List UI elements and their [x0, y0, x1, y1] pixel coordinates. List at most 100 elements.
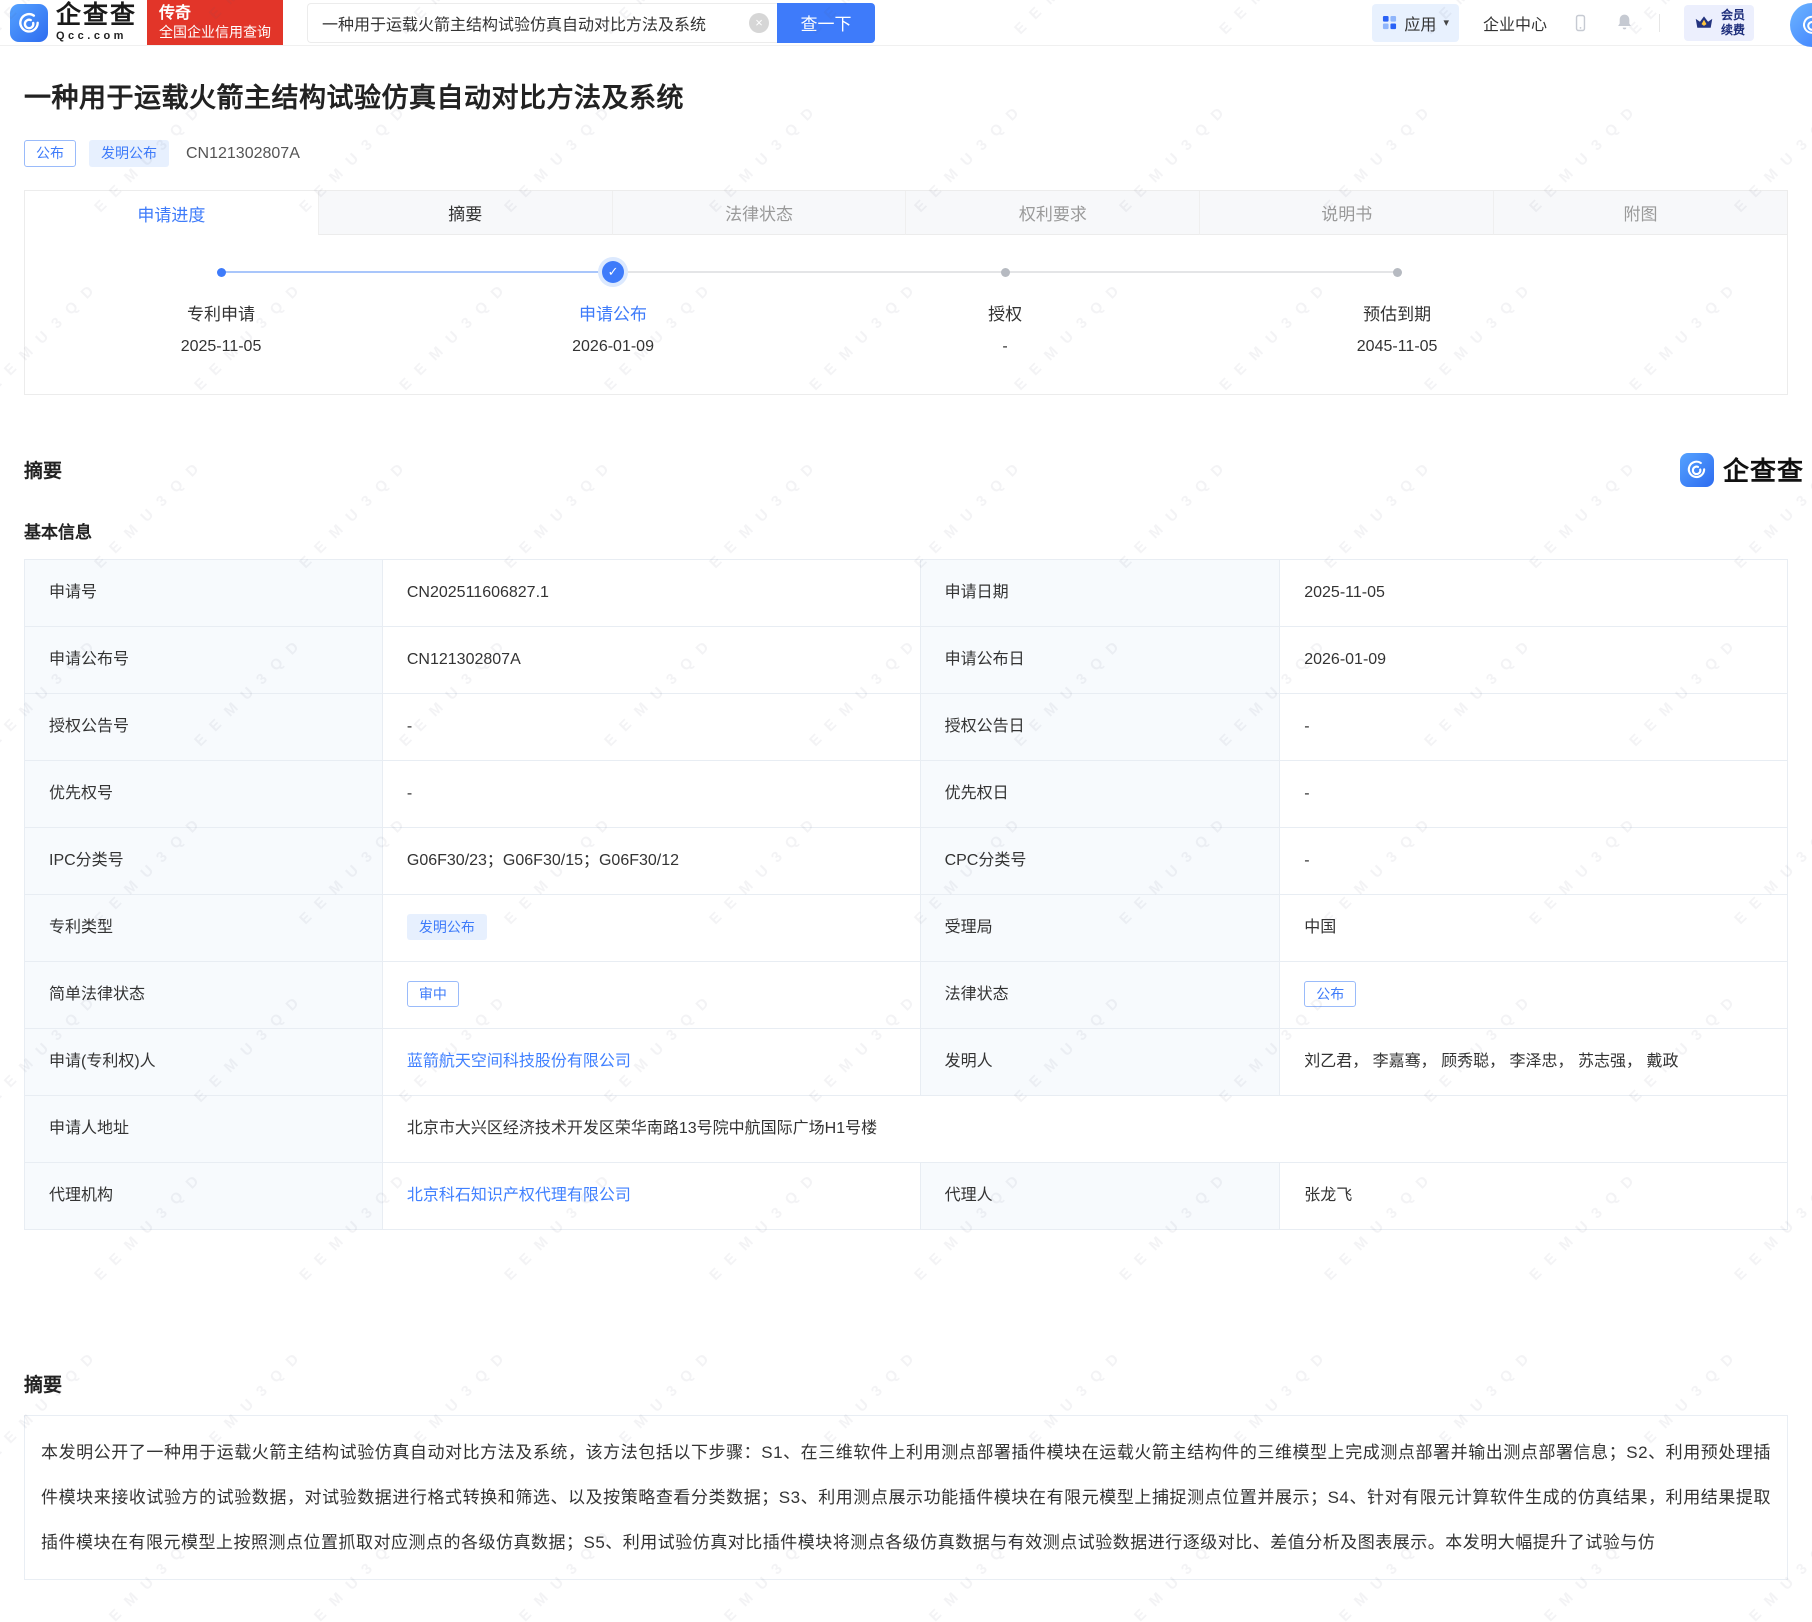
navbar-right-menu: 应用 ▾ 企业中心 会员 续费: [1372, 0, 1812, 45]
table-row: 简单法律状态 审中 法律状态 公布: [25, 962, 1788, 1029]
value-applicant-address: 北京市大兴区经济技术开发区荣华南路13号院中航国际广场H1号楼: [382, 1096, 1787, 1163]
mobile-app-icon[interactable]: [1571, 10, 1590, 36]
search-bar: × 查一下: [307, 0, 875, 45]
summary-section: 摘要 本发明公开了一种用于运载火箭主结构试验仿真自动对比方法及系统，该方法包括以…: [24, 1370, 1788, 1580]
timeline-steps: 专利申请 2025-11-05 ✓ 申请公布 2026-01-09 授权 - 预…: [25, 261, 1593, 356]
apps-grid-icon: [1382, 15, 1397, 30]
badge-row: 公布 发明公布 CN121302807A: [24, 139, 1788, 168]
label-application-number: 申请号: [25, 560, 383, 627]
progress-panel: 申请进度 摘要 法律状态 权利要求 说明书 附图 专利申请 2025-11-05…: [24, 190, 1788, 395]
qcc-logo-text: 企查查 Qcc.com: [56, 3, 137, 42]
member-line2: 续费: [1721, 23, 1745, 37]
timeline-step-publication: ✓ 申请公布 2026-01-09: [417, 261, 809, 356]
top-navbar: 企查查 Qcc.com 传奇 全国企业信用查询 × 查一下 应用 ▾ 企业中心: [0, 0, 1812, 46]
status-badge: 公布: [1304, 981, 1356, 1007]
tab-claims[interactable]: 权利要求: [905, 191, 1199, 235]
table-row: 申请(专利权)人 蓝箭航天空间科技股份有限公司 发明人 刘乙君， 李嘉骞， 顾秀…: [25, 1029, 1788, 1096]
timeline: 专利申请 2025-11-05 ✓ 申请公布 2026-01-09 授权 - 预…: [25, 235, 1593, 394]
member-line1: 会员: [1721, 8, 1745, 22]
search-input[interactable]: [308, 14, 777, 32]
tab-application-progress[interactable]: 申请进度: [25, 191, 318, 235]
value-ipc-class: G06F30/23；G06F30/15；G06F30/12: [382, 828, 920, 895]
value-receiving-office: 中国: [1280, 895, 1788, 962]
page-title: 一种用于运载火箭主结构试验仿真自动对比方法及系统: [24, 76, 1788, 115]
value-agency: 北京科石知识产权代理有限公司: [382, 1163, 920, 1230]
label-inventors: 发明人: [920, 1029, 1280, 1096]
label-application-date: 申请日期: [920, 560, 1280, 627]
abstract-section-title: 摘要: [24, 456, 62, 483]
tab-drawings[interactable]: 附图: [1493, 191, 1787, 235]
timeline-label: 申请公布: [579, 300, 647, 325]
value-priority-date: -: [1280, 761, 1788, 828]
abstract-section: 摘要 企查查 基本信息 申请号 CN202511606827.1 申请日期 20…: [0, 451, 1812, 1580]
label-agent: 代理人: [920, 1163, 1280, 1230]
brand-logo: 企查查: [1680, 451, 1804, 488]
label-legal-status: 法律状态: [920, 962, 1280, 1029]
search-box: ×: [307, 3, 777, 43]
value-patent-type: 发明公布: [382, 895, 920, 962]
check-icon: ✓: [602, 261, 624, 283]
timeline-dot-icon: [1001, 268, 1010, 277]
notification-bell-icon[interactable]: [1614, 12, 1635, 33]
label-cpc-class: CPC分类号: [920, 828, 1280, 895]
promo-badge[interactable]: 传奇 全国企业信用查询: [147, 0, 283, 45]
promo-line1: 传奇: [159, 4, 271, 24]
table-row: 申请号 CN202511606827.1 申请日期 2025-11-05: [25, 560, 1788, 627]
tab-abstract[interactable]: 摘要: [318, 191, 612, 235]
search-button[interactable]: 查一下: [777, 3, 875, 43]
value-publication-date: 2026-01-09: [1280, 627, 1788, 694]
table-row: 授权公告号 - 授权公告日 -: [25, 694, 1788, 761]
label-priority-date: 优先权日: [920, 761, 1280, 828]
label-publication-number: 申请公布号: [25, 627, 383, 694]
basic-info-title: 基本信息: [24, 518, 1788, 543]
apps-menu[interactable]: 应用 ▾: [1372, 4, 1459, 42]
label-agency: 代理机构: [25, 1163, 383, 1230]
enterprise-center-link[interactable]: 企业中心: [1483, 11, 1547, 35]
value-legal-status: 公布: [1280, 962, 1788, 1029]
label-ipc-class: IPC分类号: [25, 828, 383, 895]
summary-text: 本发明公开了一种用于运载火箭主结构试验仿真自动对比方法及系统，该方法包括以下步骤…: [24, 1415, 1788, 1580]
qcc-logo[interactable]: 企查查 Qcc.com: [0, 0, 137, 45]
qcc-logo-cn: 企查查: [56, 3, 137, 28]
table-row: 优先权号 - 优先权日 -: [25, 761, 1788, 828]
label-simple-legal-status: 简单法律状态: [25, 962, 383, 1029]
table-row: 代理机构 北京科石知识产权代理有限公司 代理人 张龙飞: [25, 1163, 1788, 1230]
label-grant-date: 授权公告日: [920, 694, 1280, 761]
qcc-brand-text: 企查查: [1723, 451, 1804, 488]
status-badge: 审中: [407, 981, 459, 1007]
table-row: 申请公布号 CN121302807A 申请公布日 2026-01-09: [25, 627, 1788, 694]
tab-description[interactable]: 说明书: [1199, 191, 1493, 235]
timeline-dot-icon: [1393, 268, 1402, 277]
divider: [1659, 14, 1660, 32]
label-applicant-address: 申请人地址: [25, 1096, 383, 1163]
value-grant-number: -: [382, 694, 920, 761]
qcc-logo-en: Qcc.com: [56, 31, 137, 42]
applicant-company-link[interactable]: 蓝箭航天空间科技股份有限公司: [407, 1053, 631, 1070]
timeline-date: 2025-11-05: [181, 338, 262, 356]
timeline-step-grant: 授权 -: [809, 261, 1201, 356]
value-application-number: CN202511606827.1: [382, 560, 920, 627]
value-agent: 张龙飞: [1280, 1163, 1788, 1230]
clear-search-icon[interactable]: ×: [749, 13, 769, 33]
value-grant-date: -: [1280, 694, 1788, 761]
label-patent-type: 专利类型: [25, 895, 383, 962]
tab-legal-status[interactable]: 法律状态: [612, 191, 906, 235]
label-applicant: 申请(专利权)人: [25, 1029, 383, 1096]
timeline-date: 2045-11-05: [1357, 338, 1438, 356]
promo-line2: 全国企业信用查询: [159, 24, 271, 42]
value-applicant: 蓝箭航天空间科技股份有限公司: [382, 1029, 920, 1096]
timeline-dot-icon: [217, 268, 226, 277]
chevron-down-icon: ▾: [1443, 16, 1449, 29]
member-renew-button[interactable]: 会员 续费: [1684, 5, 1754, 41]
value-inventors: 刘乙君， 李嘉骞， 顾秀聪， 李泽忠， 苏志强， 戴政: [1280, 1029, 1788, 1096]
agency-link[interactable]: 北京科石知识产权代理有限公司: [407, 1187, 631, 1204]
summary-title: 摘要: [24, 1370, 1788, 1397]
timeline-step-filing: 专利申请 2025-11-05: [25, 261, 417, 356]
table-row: 专利类型 发明公布 受理局 中国: [25, 895, 1788, 962]
table-row: 申请人地址 北京市大兴区经济技术开发区荣华南路13号院中航国际广场H1号楼: [25, 1096, 1788, 1163]
publication-status-badge: 公布: [24, 140, 76, 167]
label-publication-date: 申请公布日: [920, 627, 1280, 694]
value-publication-number: CN121302807A: [382, 627, 920, 694]
timeline-label: 专利申请: [187, 300, 255, 325]
timeline-label: 预估到期: [1363, 300, 1431, 325]
